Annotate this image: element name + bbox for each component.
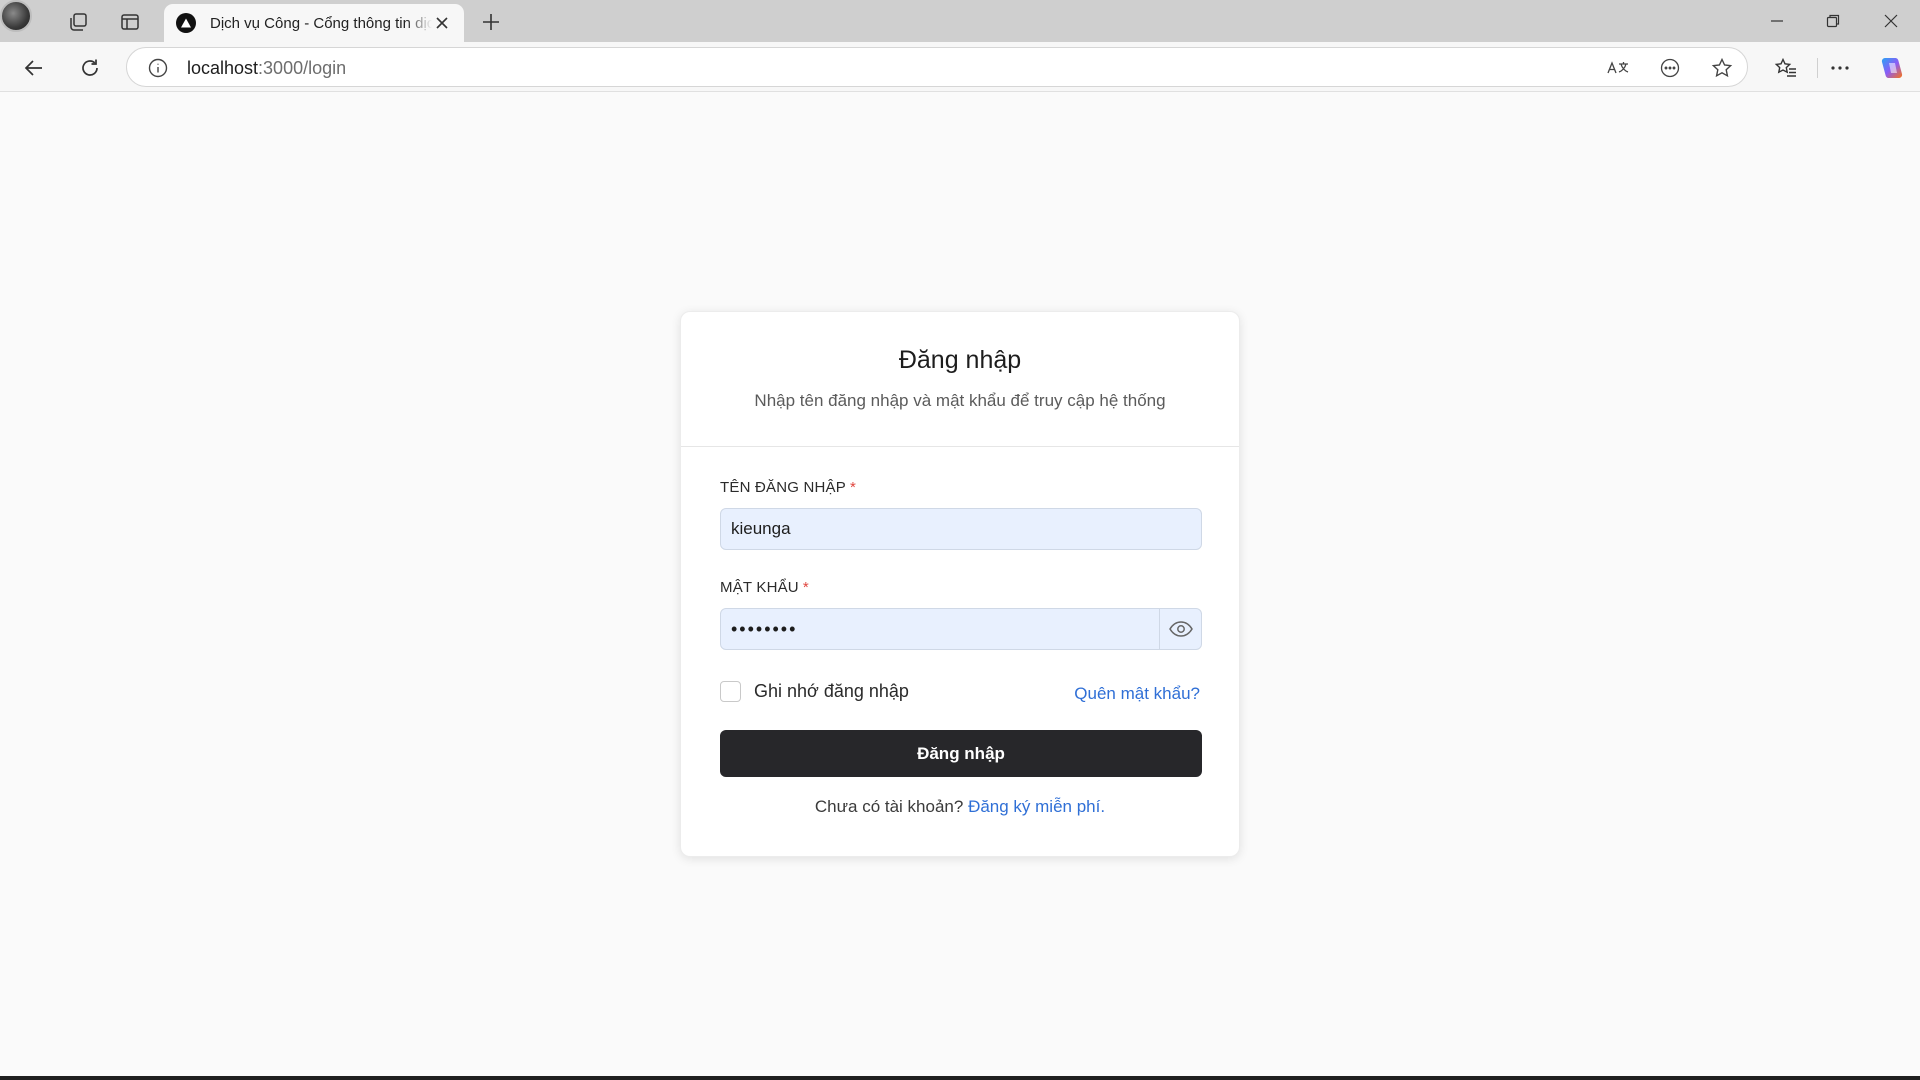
signup-row: Chưa có tài khoản? Đăng ký miễn phí. [681,797,1239,817]
ellipsis-icon[interactable] [1824,52,1856,84]
username-label: TÊN ĐĂNG NHẬP * [720,479,856,496]
plus-icon[interactable] [477,8,505,36]
restore-icon[interactable] [1818,8,1848,34]
password-label: MẬT KHẨU * [720,579,809,596]
minimize-icon[interactable] [1762,8,1792,34]
url-text[interactable]: localhost:3000/login [187,58,346,79]
star-icon[interactable] [1709,55,1735,81]
login-button[interactable]: Đăng nhập [720,730,1202,777]
reload-icon[interactable] [74,52,106,84]
remember-label: Ghi nhớ đăng nhập [754,681,909,701]
close-icon[interactable] [432,13,452,33]
required-mark: * [849,479,856,496]
translate-icon[interactable] [1605,55,1631,81]
active-tab[interactable]: Dịch vụ Công - Cổng thông tin dịch vụ [164,4,464,42]
copilot-icon[interactable] [1876,52,1908,84]
password-input[interactable]: •••••••• [720,608,1202,650]
page-viewport: Đăng nhập Nhập tên đăng nhập và mật khẩu… [4,93,1915,1075]
login-card: Đăng nhập Nhập tên đăng nhập và mật khẩu… [680,311,1240,857]
username-label-text: TÊN ĐĂNG NHẬP [720,479,846,496]
username-input[interactable]: kieunga [720,508,1202,550]
profile-avatar[interactable] [0,0,32,32]
back-arrow-icon[interactable] [18,52,50,84]
more-circle-icon[interactable] [1657,55,1683,81]
url-host: localhost [187,58,259,78]
toolbar-separator [1817,58,1818,78]
password-label-text: MẬT KHẨU [720,579,799,596]
address-bar[interactable]: localhost:3000/login [126,47,1818,87]
username-value: kieunga [731,519,791,538]
eye-icon[interactable] [1159,609,1201,649]
tab-actions-icon[interactable] [116,8,144,36]
info-icon[interactable] [147,57,169,79]
window-bottom-edge [0,1076,1920,1080]
forgot-password-link[interactable]: Quên mật khẩu? [1074,684,1200,704]
signup-prompt: Chưa có tài khoản? [814,797,964,816]
page-title: Đăng nhập [898,346,1022,374]
remember-checkbox[interactable] [720,681,741,702]
url-path: :3000/login [258,58,347,78]
triangle-logo-icon [176,13,196,33]
tab-title: Dịch vụ Công - Cổng thông tin dịch vụ [210,14,432,32]
signup-link[interactable]: Đăng ký miễn phí. [968,797,1105,816]
close-window-icon[interactable] [1876,8,1906,34]
page-subtitle: Nhập tên đăng nhập và mật khẩu để truy c… [754,391,1166,410]
login-card-header: Đăng nhập Nhập tên đăng nhập và mật khẩu… [681,312,1239,447]
favorites-icon[interactable] [1770,52,1802,84]
browser-tab-bar: Dịch vụ Công - Cổng thông tin dịch vụ [0,0,1920,42]
remember-me[interactable]: Ghi nhớ đăng nhập [720,681,909,702]
password-value: •••••••• [731,618,798,639]
collections-icon[interactable] [64,8,92,36]
required-mark: * [802,579,809,596]
browser-toolbar: localhost:3000/login [0,42,1920,92]
